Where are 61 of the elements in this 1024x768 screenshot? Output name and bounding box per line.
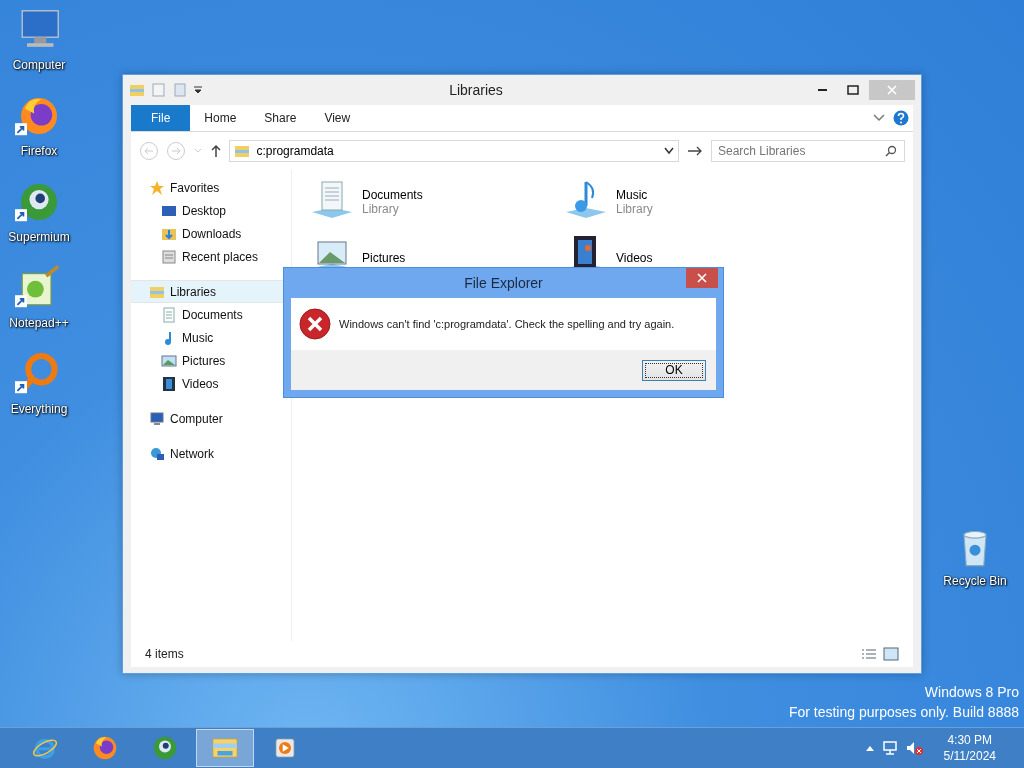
desktop-icon-label[interactable]: Firefox — [20, 144, 58, 158]
ribbon-tab[interactable]: Share — [250, 105, 311, 131]
library-name[interactable]: Documents — [362, 188, 423, 202]
large-icons-view-icon[interactable] — [883, 647, 899, 661]
ribbon-tab[interactable]: View — [310, 105, 365, 131]
item-count: 4 items — [145, 647, 184, 661]
recent-icon — [161, 248, 177, 265]
library-name[interactable]: Videos — [616, 251, 653, 265]
library-type: Library — [616, 202, 653, 216]
tray-arrow-icon[interactable] — [865, 745, 874, 751]
nav-item[interactable]: Documents — [131, 303, 291, 326]
chevron-icon[interactable] — [664, 147, 675, 155]
libraries-icon — [129, 82, 145, 98]
nav-item[interactable]: Videos — [131, 372, 291, 395]
libraries-icon — [234, 143, 251, 159]
close-icon — [697, 273, 707, 283]
computer-icon — [149, 410, 165, 427]
dropdown-icon[interactable] — [193, 85, 203, 95]
edition-text: Windows 8 Pro — [924, 684, 1019, 700]
desktop-icon-label[interactable]: Supermium — [8, 230, 70, 244]
nav-item[interactable]: Recent places — [131, 245, 291, 268]
window-title: Libraries — [448, 82, 504, 98]
library-type: Library — [362, 202, 400, 216]
error-message: Windows can't find 'c:programdata'. Check the spelling and try again. — [339, 318, 675, 330]
nav-item[interactable]: Favorites — [131, 176, 291, 199]
nav-item[interactable]: Music — [131, 326, 291, 349]
taskbar-button[interactable] — [196, 729, 254, 767]
nav-item[interactable]: Pictures — [131, 349, 291, 372]
documents-icon — [161, 306, 177, 323]
details-view-icon[interactable] — [861, 647, 877, 661]
error-icon — [299, 308, 331, 340]
search-field[interactable]: Search Libraries — [711, 140, 905, 162]
library-name[interactable]: Music — [616, 188, 653, 202]
nav-item[interactable]: Network — [131, 442, 291, 465]
desktop-icon-label[interactable]: Recycle Bin — [943, 574, 1007, 588]
videos-icon — [161, 375, 177, 392]
clock[interactable]: 4:30 PM 5/11/2024 — [943, 733, 996, 763]
close-icon — [887, 85, 897, 95]
desktop-icon-label[interactable]: Computer — [12, 58, 66, 72]
nav-item[interactable]: Desktop — [131, 199, 291, 222]
ok-button[interactable]: OK — [642, 359, 706, 381]
star-icon — [149, 179, 165, 196]
maximize-icon — [847, 85, 859, 95]
ribbon-tab[interactable]: Home — [190, 105, 251, 131]
up-arrow-icon[interactable] — [209, 144, 222, 158]
search-icon — [885, 145, 897, 157]
muted-speaker-icon[interactable] — [905, 740, 924, 756]
nav-item[interactable]: Downloads — [131, 222, 291, 245]
go-arrow-icon[interactable] — [687, 145, 703, 157]
minimize-icon — [818, 88, 828, 92]
nav-item[interactable]: Computer — [131, 407, 291, 430]
network-icon — [149, 445, 165, 462]
pictures-icon — [161, 352, 177, 369]
edition-text: For testing purposes only. Build 8888 — [788, 704, 1019, 720]
close-button[interactable] — [686, 268, 718, 288]
network-icon[interactable] — [881, 740, 898, 756]
file-tab[interactable]: File — [131, 105, 191, 131]
help-icon[interactable] — [893, 110, 909, 126]
library-name[interactable]: Pictures — [362, 251, 406, 265]
dialog-title: File Explorer — [464, 275, 543, 291]
address-field[interactable]: c:programdata — [229, 140, 680, 162]
